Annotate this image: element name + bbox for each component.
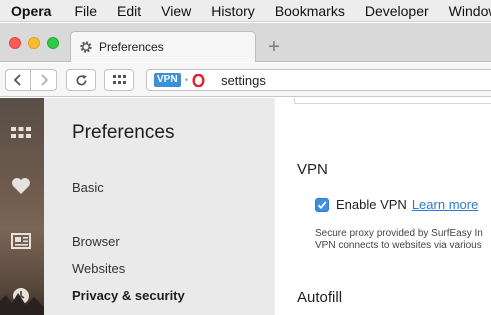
grid-icon <box>112 75 126 84</box>
settings-title: Preferences <box>72 122 175 143</box>
menu-developer[interactable]: Developer <box>365 3 429 19</box>
chevron-left-icon <box>13 74 21 86</box>
enable-vpn-label[interactable]: Enable VPN <box>336 197 407 212</box>
forward-button[interactable] <box>31 69 57 91</box>
zoom-window-button[interactable] <box>47 37 59 49</box>
url-text: settings <box>221 72 266 88</box>
menu-bookmarks[interactable]: Bookmarks <box>275 3 345 19</box>
chevron-right-icon <box>40 74 48 86</box>
vpn-badge[interactable]: VPN <box>154 73 181 87</box>
tab-preferences[interactable]: Preferences <box>70 31 256 62</box>
checkmark-icon <box>317 200 327 209</box>
url-separator: • <box>184 74 189 86</box>
vpn-description: Secure proxy provided by SurfEasy In VPN… <box>315 228 483 252</box>
settings-nav-privacy-security[interactable]: Privacy & security <box>72 288 185 303</box>
news-icon[interactable] <box>10 230 32 252</box>
sidebar <box>0 98 44 315</box>
menu-app-opera[interactable]: Opera <box>11 3 51 19</box>
speed-dial-icon[interactable] <box>10 122 32 144</box>
menu-history[interactable]: History <box>211 3 255 19</box>
menu-bar: Opera File Edit View History Bookmarks D… <box>0 0 491 22</box>
background-mountains <box>0 293 44 315</box>
menu-window[interactable]: Window <box>449 3 491 19</box>
address-bar[interactable]: VPN • settings <box>146 69 491 91</box>
minimize-window-button[interactable] <box>28 37 40 49</box>
vpn-option-row: Enable VPN Learn more <box>315 197 478 212</box>
menu-edit[interactable]: Edit <box>117 3 141 19</box>
tab-overview-button[interactable] <box>104 69 134 91</box>
learn-more-link[interactable]: Learn more <box>412 197 478 212</box>
settings-nav: Preferences Basic Browser Websites Priva… <box>44 98 275 315</box>
tab-strip: Preferences + <box>0 23 491 62</box>
new-tab-button[interactable]: + <box>262 35 286 59</box>
previous-section-card <box>294 98 491 104</box>
reload-icon <box>76 74 87 85</box>
settings-nav-browser[interactable]: Browser <box>72 234 120 249</box>
opera-logo-icon <box>192 73 205 87</box>
vpn-description-line-2: VPN connects to websites via various <box>315 240 482 251</box>
close-window-button[interactable] <box>9 37 21 49</box>
gear-icon <box>80 41 92 53</box>
heart-icon[interactable] <box>10 175 32 197</box>
back-button[interactable] <box>5 69 31 91</box>
vpn-section-title: VPN <box>297 161 328 178</box>
tab-title: Preferences <box>99 40 164 54</box>
menu-view[interactable]: View <box>161 3 191 19</box>
settings-nav-basic[interactable]: Basic <box>72 180 104 195</box>
browser-toolbar: VPN • settings <box>0 63 491 97</box>
settings-content: VPN Enable VPN Learn more Secure proxy p… <box>275 98 491 315</box>
vpn-description-line-1: Secure proxy provided by SurfEasy In <box>315 228 483 239</box>
menu-file[interactable]: File <box>74 3 97 19</box>
enable-vpn-checkbox[interactable] <box>315 197 329 212</box>
settings-nav-websites[interactable]: Websites <box>72 261 125 276</box>
autofill-section-title: Autofill <box>297 289 343 306</box>
reload-button[interactable] <box>66 69 96 91</box>
